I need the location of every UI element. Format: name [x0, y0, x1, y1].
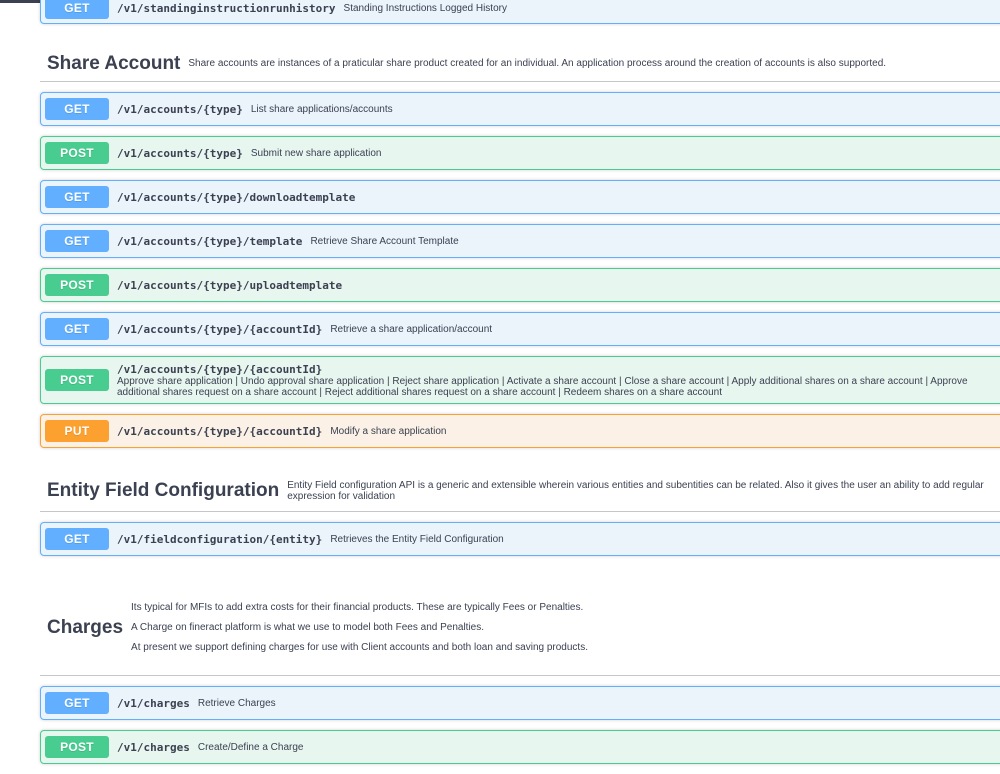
method-badge: POST — [45, 142, 109, 164]
tag-description: Entity Field configuration API is a gene… — [287, 479, 984, 502]
method-badge: POST — [45, 736, 109, 758]
op-path: /v1/fieldconfiguration/{entity} — [117, 532, 323, 546]
op-put-accounts-type-accountid[interactable]: PUT /v1/accounts/{type}/{accountId} Modi… — [40, 414, 1000, 448]
op-get-accounts-type-downloadtemplate[interactable]: GET /v1/accounts/{type}/downloadtemplate — [40, 180, 1000, 214]
tag-title: Entity Field Configuration — [47, 479, 280, 501]
op-summary: Modify a share application — [330, 425, 447, 437]
op-post-accounts-type[interactable]: POST /v1/accounts/{type} Submit new shar… — [40, 136, 1000, 170]
op-summary: Standing Instructions Logged History — [343, 2, 507, 14]
op-post-charges[interactable]: POST /v1/charges Create/Define a Charge — [40, 730, 1000, 764]
op-path: /v1/standinginstructionrunhistory — [117, 1, 336, 15]
tag-charges[interactable]: Charges Its typical for MFIs to add extr… — [40, 580, 1000, 676]
method-badge: PUT — [45, 420, 109, 442]
op-summary: Retrieves the Entity Field Configuration — [330, 533, 504, 545]
op-path: /v1/accounts/{type}/{accountId} — [117, 362, 323, 376]
tag-description: Its typical for MFIs to add extra costs … — [131, 593, 588, 662]
op-get-accounts-type-accountid[interactable]: GET /v1/accounts/{type}/{accountId} Retr… — [40, 312, 1000, 346]
op-summary: Retrieve Charges — [197, 697, 276, 709]
charges-desc-line-1: Its typical for MFIs to add extra costs … — [131, 602, 584, 613]
tag-share-account[interactable]: Share Account Share accounts are instanc… — [40, 46, 1000, 82]
method-badge: GET — [45, 186, 109, 208]
op-get-standinginstructionrunhistory[interactable]: GET /v1/standinginstructionrunhistory St… — [40, 0, 1000, 24]
op-summary: Create/Define a Charge — [197, 741, 304, 753]
op-summary: Retrieve a share application/account — [330, 323, 493, 335]
tag-title: Charges — [47, 616, 124, 638]
op-path: /v1/accounts/{type}/uploadtemplate — [117, 278, 343, 292]
op-get-accounts-type-template[interactable]: GET /v1/accounts/{type}/template Retriev… — [40, 224, 1000, 258]
op-path: /v1/charges — [117, 740, 190, 754]
op-get-accounts-type[interactable]: GET /v1/accounts/{type} List share appli… — [40, 92, 1000, 126]
charges-desc-line-3: At present we support defining charges f… — [131, 642, 588, 653]
op-path: /v1/accounts/{type} — [117, 146, 243, 160]
op-post-accounts-type-accountid[interactable]: POST /v1/accounts/{type}/{accountId} App… — [40, 356, 1000, 404]
method-badge: GET — [45, 0, 109, 19]
op-path: /v1/accounts/{type}/{accountId} — [117, 322, 323, 336]
op-get-fieldconfiguration-entity[interactable]: GET /v1/fieldconfiguration/{entity} Retr… — [40, 522, 1000, 556]
op-path: /v1/accounts/{type}/{accountId} — [117, 424, 323, 438]
method-badge: POST — [45, 369, 109, 391]
method-badge: GET — [45, 692, 109, 714]
method-badge: GET — [45, 528, 109, 550]
tag-description: Share accounts are instances of a pratic… — [188, 58, 887, 69]
method-badge: POST — [45, 274, 109, 296]
op-path: /v1/accounts/{type}/downloadtemplate — [117, 190, 356, 204]
op-path: /v1/accounts/{type}/template — [117, 234, 303, 248]
method-badge: GET — [45, 230, 109, 252]
method-badge: GET — [45, 98, 109, 120]
op-summary: Submit new share application — [250, 147, 382, 159]
op-path: /v1/charges — [117, 696, 190, 710]
tag-entity-field-configuration[interactable]: Entity Field Configuration Entity Field … — [40, 470, 1000, 512]
charges-desc-line-2: A Charge on fineract platform is what we… — [131, 622, 485, 633]
op-path: /v1/accounts/{type} — [117, 102, 243, 116]
op-get-charges[interactable]: GET /v1/charges Retrieve Charges — [40, 686, 1000, 720]
method-badge: GET — [45, 318, 109, 340]
op-summary: Retrieve Share Account Template — [310, 235, 459, 247]
tag-title: Share Account — [47, 52, 181, 74]
op-summary: Approve share application | Undo approva… — [117, 375, 968, 398]
op-post-accounts-type-uploadtemplate[interactable]: POST /v1/accounts/{type}/uploadtemplate — [40, 268, 1000, 302]
op-tall-content: /v1/accounts/{type}/{accountId} Approve … — [117, 363, 997, 398]
op-summary: List share applications/accounts — [250, 103, 393, 115]
api-content: GET /v1/standinginstructionrunhistory St… — [0, 0, 1000, 774]
